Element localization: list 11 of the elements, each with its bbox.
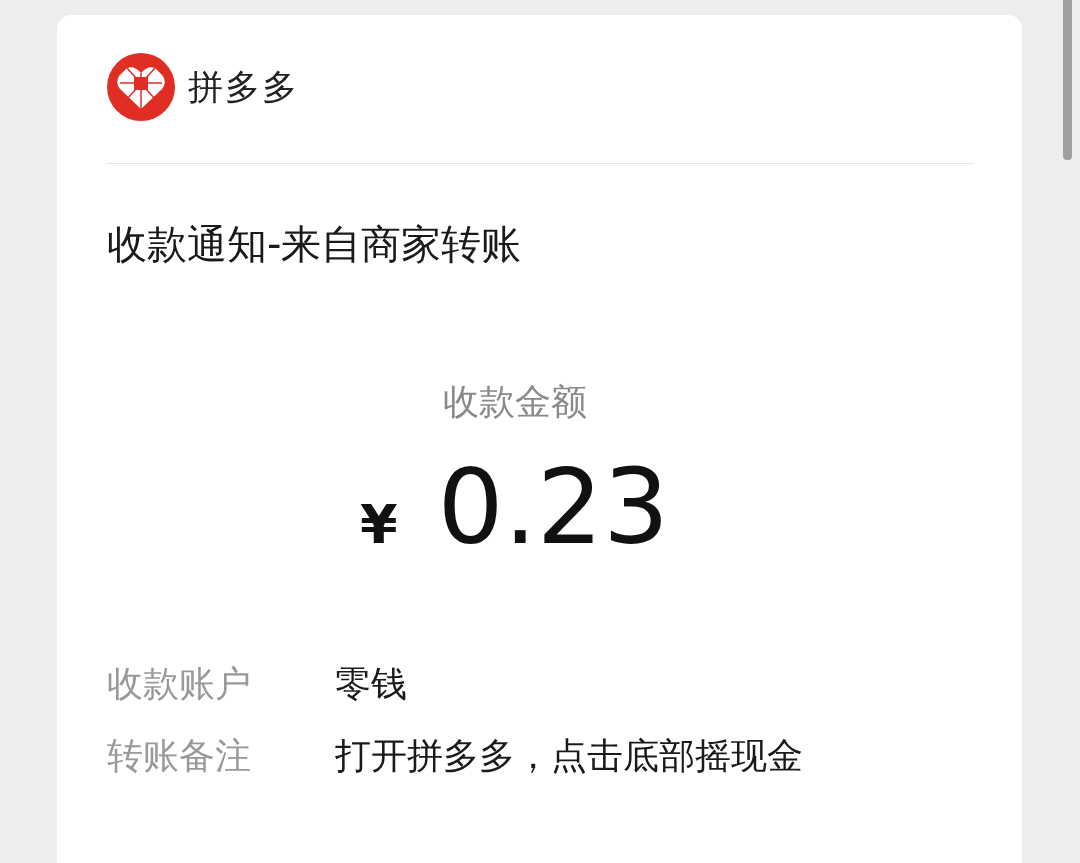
currency-symbol: ¥ xyxy=(359,493,398,556)
detail-value: 零钱 xyxy=(335,662,407,706)
detail-label: 转账备注 xyxy=(107,734,252,778)
amount-label: 收款金额 xyxy=(441,380,588,424)
heart-logo-icon xyxy=(107,53,175,121)
notice-title: 收款通知-来自商家转账 xyxy=(107,220,523,269)
detail-label: 收款账户 xyxy=(107,662,252,706)
app-name: 拼多多 xyxy=(188,65,299,109)
amount-value: 0.23 xyxy=(437,447,670,567)
scrollbar-thumb[interactable] xyxy=(1063,0,1072,160)
detail-value: 打开拼多多，点击底部摇现金 xyxy=(335,734,803,778)
